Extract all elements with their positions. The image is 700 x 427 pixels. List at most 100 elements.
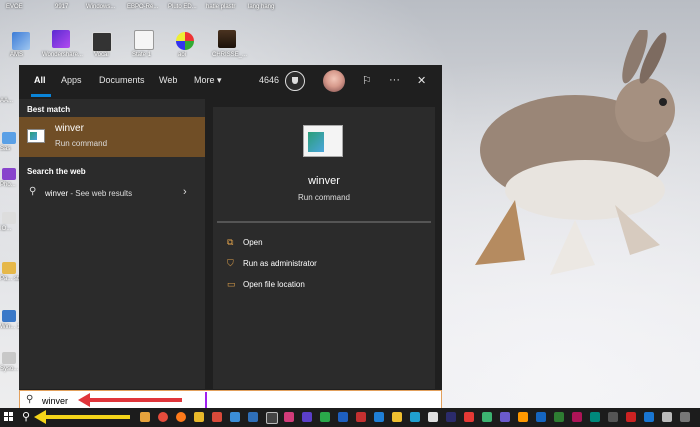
desktop-label: IO...	[0, 226, 12, 232]
taskbar-app-icon[interactable]	[626, 412, 636, 422]
desktop-app-icon[interactable]	[12, 32, 30, 50]
search-web-heading: Search the web	[27, 167, 86, 176]
desktop-label: lang hang	[248, 4, 275, 10]
web-result-item[interactable]: ⚲ winver - See web results ›	[19, 181, 205, 207]
desktop-app-icon[interactable]	[176, 32, 194, 50]
desktop-icons: EVOE 9917 Windows... EBPO-Ré... Pluto ED…	[0, 0, 700, 70]
taskbar-app-icon[interactable]	[140, 412, 150, 422]
taskbar-app-icon[interactable]	[284, 412, 294, 422]
taskbar-app-icon[interactable]	[536, 412, 546, 422]
feedback-icon[interactable]: ⚐	[362, 74, 372, 87]
taskbar-app-icon[interactable]	[302, 412, 312, 422]
avatar[interactable]	[323, 70, 345, 92]
detail-subtitle: Run command	[297, 193, 351, 202]
desktop-app-icon[interactable]	[2, 310, 16, 322]
desktop-label: EBPO-Ré...	[127, 4, 159, 10]
search-icon: ⚲	[29, 186, 37, 197]
taskbar-app-icon[interactable]	[572, 412, 582, 422]
taskbar-app-icon[interactable]	[212, 412, 222, 422]
action-open[interactable]: ⧉ Open	[227, 237, 263, 248]
best-match-subtitle: Run command	[55, 139, 108, 148]
taskbar-app-icon[interactable]	[428, 412, 438, 422]
close-icon[interactable]: ✕	[417, 74, 426, 87]
tab-web[interactable]: Web	[159, 75, 177, 85]
taskbar-app-icon[interactable]	[518, 412, 528, 422]
desktop-app-icon[interactable]	[92, 32, 112, 52]
taskbar-app-icon[interactable]	[410, 412, 420, 422]
taskbar-app-icon[interactable]	[446, 412, 456, 422]
web-suffix: - See web results	[68, 189, 133, 198]
run-command-icon	[303, 125, 343, 157]
search-icon[interactable]: ⚲	[22, 410, 30, 423]
action-open-file-location[interactable]: ▭ Open file location	[227, 279, 305, 290]
taskbar-app-icon[interactable]	[320, 412, 330, 422]
search-input-value: winver	[42, 396, 69, 406]
more-options-icon[interactable]: ···	[389, 74, 400, 86]
active-tab-indicator	[31, 94, 51, 97]
desktop-app-icon[interactable]	[2, 352, 16, 364]
taskbar-app-icon[interactable]	[356, 412, 366, 422]
action-label: Open	[243, 238, 263, 247]
taskbar-app-icon[interactable]	[482, 412, 492, 422]
tab-all[interactable]: All	[34, 75, 46, 85]
chevron-down-icon: ▾	[217, 75, 222, 85]
run-command-icon	[27, 129, 45, 143]
action-label: Open file location	[243, 280, 305, 289]
tab-more[interactable]: More ▾	[194, 75, 222, 86]
folder-icon[interactable]	[194, 412, 204, 422]
wondershare-icon[interactable]	[52, 30, 70, 48]
desktop-app-icon[interactable]	[2, 212, 16, 224]
desktop-label: Wondershare...	[42, 52, 83, 58]
arrow-shaft	[46, 415, 130, 419]
taskbar-app-icon[interactable]	[554, 412, 564, 422]
taskbar-app-icon[interactable]	[158, 412, 168, 422]
desktop-label: AA...	[0, 98, 14, 104]
firefox-icon[interactable]	[176, 412, 186, 422]
desktop-label: Sas	[0, 146, 11, 152]
yellow-arrow-annotation	[34, 410, 130, 424]
system-tray-icon[interactable]	[662, 412, 672, 422]
windows-start-icon[interactable]	[4, 412, 14, 422]
rewards-points: 4646	[259, 75, 280, 85]
best-match-item[interactable]: winver Run command	[19, 117, 205, 157]
taskbar-app-icon[interactable]	[392, 412, 402, 422]
action-label: Run as administrator	[243, 259, 317, 268]
desktop-label: EVOE	[6, 4, 23, 10]
taskbar-app-icon[interactable]	[644, 412, 654, 422]
result-detail-pane: winver Run command ⧉ Open ⛉ Run as adminis…	[213, 107, 435, 389]
desktop-app-icon[interactable]	[2, 168, 16, 180]
taskbar-app-icon[interactable]	[608, 412, 618, 422]
action-run-as-administrator[interactable]: ⛉ Run as administrator	[227, 258, 317, 269]
system-tray-icon[interactable]	[680, 412, 690, 422]
taskbar-app-icon[interactable]	[500, 412, 510, 422]
text-caret	[205, 392, 207, 408]
chevron-right-icon[interactable]: ›	[183, 186, 187, 198]
taskbar-app-icon[interactable]	[230, 412, 240, 422]
web-result-text: winver - See web results	[45, 189, 132, 198]
red-arrow-annotation	[78, 393, 182, 407]
image-file-icon[interactable]	[218, 30, 236, 48]
open-icon: ⧉	[227, 237, 234, 247]
taskbar-app-icon[interactable]	[266, 412, 278, 424]
results-list: Best match winver Run command Search the…	[19, 99, 205, 389]
tab-more-label: More	[194, 75, 215, 85]
tab-apps[interactable]: Apps	[61, 75, 82, 85]
taskbar-app-icon[interactable]	[248, 412, 258, 422]
folder-icon[interactable]	[2, 262, 16, 274]
desktop-label: 9917	[55, 4, 69, 10]
trophy-icon[interactable]	[285, 71, 305, 91]
desktop-label: State 1	[132, 52, 152, 58]
tab-documents[interactable]: Documents	[99, 75, 145, 85]
taskbar-app-icon[interactable]	[374, 412, 384, 422]
search-icon: ⚲	[26, 394, 34, 405]
desktop-label: hatle plastr	[206, 4, 236, 10]
desktop-label: aoi	[178, 52, 187, 58]
desktop-label: Vocal	[94, 52, 109, 58]
taskbar-app-icon[interactable]	[590, 412, 600, 422]
taskbar-app-icon[interactable]	[464, 412, 474, 422]
shield-icon: ⛉	[227, 258, 234, 268]
taskbar-app-icon[interactable]	[338, 412, 348, 422]
desktop-app-icon[interactable]	[2, 132, 16, 144]
document-icon[interactable]	[134, 30, 154, 50]
search-scope-bar: All Apps Documents Web More ▾ 4646 ⚐ ···…	[19, 65, 442, 99]
